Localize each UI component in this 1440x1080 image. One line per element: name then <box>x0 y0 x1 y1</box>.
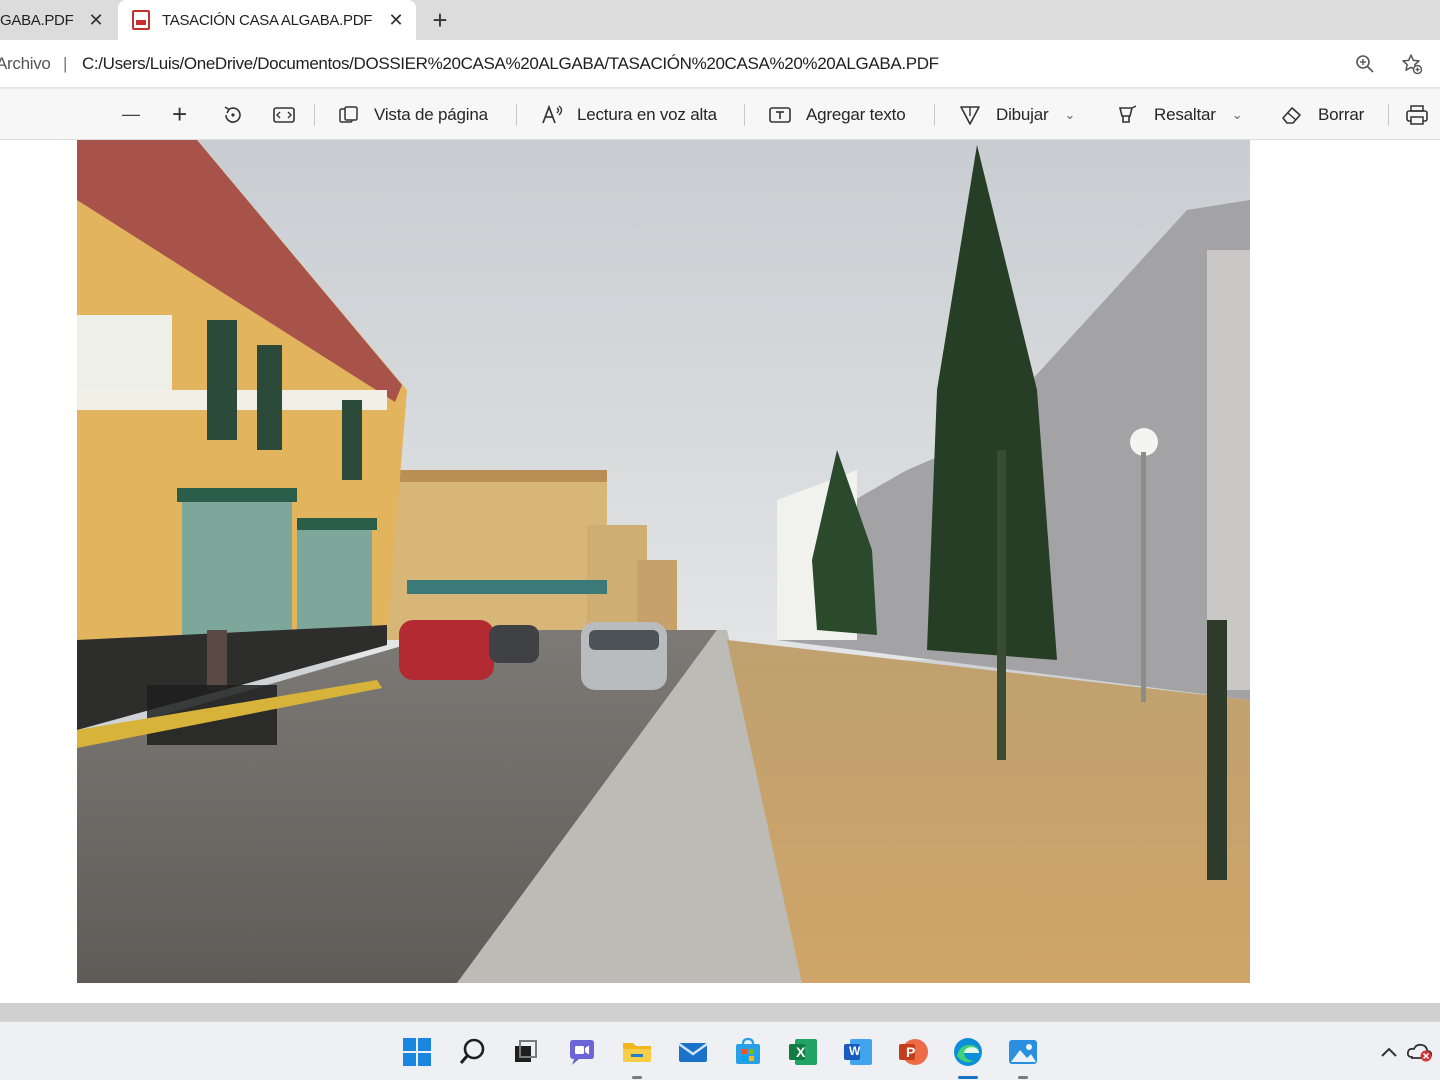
windows-taskbar: X W P <box>0 1021 1440 1080</box>
favorite-star-add-icon[interactable] <box>1400 52 1424 76</box>
read-aloud-label: Lectura en voz alta <box>577 104 717 124</box>
zoom-out-label: — <box>122 104 140 124</box>
toolbar-separator <box>314 104 315 126</box>
page-view-button[interactable]: Vista de página <box>338 89 488 140</box>
toolbar-separator <box>744 104 745 126</box>
add-text-icon <box>769 106 791 123</box>
draw-pen-icon <box>960 105 980 125</box>
highlight-button[interactable]: Resaltar ⌄ <box>1116 89 1243 140</box>
word-icon[interactable]: W <box>840 1034 876 1070</box>
chevron-down-icon[interactable]: ⌄ <box>1232 107 1243 123</box>
print-button[interactable] <box>1404 89 1430 140</box>
photos-icon[interactable] <box>1005 1034 1041 1079</box>
taskbar-running-indicator <box>1018 1076 1028 1079</box>
store-icon[interactable] <box>730 1034 766 1070</box>
address-bar[interactable]: Archivo | C:/Users/Luis/OneDrive/Documen… <box>0 40 1440 88</box>
page-view-icon <box>339 105 358 123</box>
chevron-down-icon[interactable]: ⌄ <box>1064 107 1075 123</box>
draw-button[interactable]: Dibujar ⌄ <box>958 89 1075 140</box>
pdf-toolbar: — + Vista de página Lectura en voz alta … <box>0 89 1440 140</box>
chevron-up-icon[interactable] <box>1374 1034 1404 1070</box>
toolbar-separator <box>934 104 935 126</box>
eraser-icon <box>1282 106 1301 124</box>
draw-label: Dibujar <box>996 104 1049 124</box>
windows-start-icon[interactable] <box>399 1034 435 1070</box>
add-text-label: Agregar texto <box>806 104 906 124</box>
tab-label: TASACIÓN CASA ALGABA.PDF <box>162 11 373 29</box>
address-scheme: Archivo <box>0 53 51 73</box>
page-view-label: Vista de página <box>374 104 488 124</box>
edge-icon[interactable] <box>950 1034 986 1079</box>
tab-label: GABA.PDF <box>0 11 74 29</box>
powerpoint-letter: P <box>906 1044 916 1060</box>
fit-page-icon <box>273 106 295 123</box>
mail-icon[interactable] <box>675 1034 711 1070</box>
tab-inactive[interactable]: GABA.PDF ✕ <box>0 0 116 40</box>
search-icon[interactable] <box>455 1034 491 1070</box>
onedrive-sync-error-icon[interactable] <box>1404 1034 1436 1070</box>
teams-chat-icon[interactable] <box>564 1034 600 1070</box>
zoom-magnifier-icon[interactable] <box>1353 52 1377 76</box>
erase-label: Borrar <box>1318 104 1365 124</box>
pdf-file-icon <box>132 10 150 30</box>
taskbar-running-indicator <box>632 1076 642 1079</box>
zoom-out-button[interactable]: — <box>122 89 140 140</box>
read-aloud-icon <box>542 104 563 123</box>
address-divider: | <box>63 53 68 73</box>
highlighter-icon <box>1118 104 1137 123</box>
tab-close-icon[interactable]: ✕ <box>384 8 408 32</box>
excel-letter: X <box>796 1044 806 1060</box>
powerpoint-icon[interactable]: P <box>895 1034 931 1070</box>
printer-icon <box>1406 104 1428 125</box>
address-url[interactable]: C:/Users/Luis/OneDrive/Documentos/DOSSIE… <box>82 54 939 74</box>
add-text-button[interactable]: Agregar texto <box>768 89 906 140</box>
tab-close-icon[interactable]: ✕ <box>84 8 108 32</box>
toolbar-separator <box>1388 104 1389 126</box>
word-letter: W <box>849 1044 861 1058</box>
excel-icon[interactable]: X <box>785 1034 821 1070</box>
erase-button[interactable]: Borrar <box>1280 89 1364 140</box>
task-view-icon[interactable] <box>507 1034 543 1070</box>
taskbar-active-indicator <box>958 1076 978 1079</box>
read-aloud-button[interactable]: Lectura en voz alta <box>541 89 717 140</box>
pdf-viewport[interactable] <box>0 140 1440 1003</box>
toolbar-separator <box>516 104 517 126</box>
highlight-label: Resaltar <box>1154 104 1216 124</box>
fit-to-page-button[interactable] <box>272 89 296 140</box>
file-explorer-icon[interactable] <box>619 1034 655 1079</box>
tab-strip: GABA.PDF ✕ TASACIÓN CASA ALGABA.PDF ✕ + <box>0 0 1440 40</box>
zoom-in-label: + <box>172 99 187 129</box>
rotate-button[interactable] <box>222 89 244 140</box>
rotate-icon <box>224 105 241 123</box>
zoom-in-button[interactable]: + <box>172 89 187 140</box>
horizontal-scroll-area[interactable] <box>0 1003 1440 1021</box>
new-tab-button[interactable]: + <box>424 4 456 36</box>
tab-active[interactable]: TASACIÓN CASA ALGABA.PDF ✕ <box>118 0 416 40</box>
street-photo <box>77 140 1250 983</box>
